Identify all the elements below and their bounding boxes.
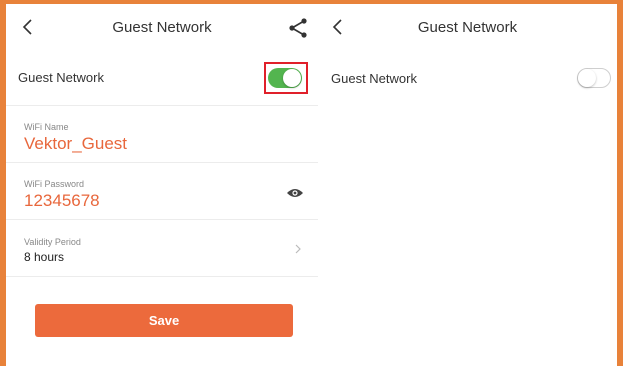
guest-network-screen-disabled: Guest Network Guest Network — [318, 4, 617, 366]
wifi-password-row[interactable]: WiFi Password 12345678 — [6, 163, 318, 220]
header: Guest Network — [6, 4, 318, 50]
page-title: Guest Network — [112, 18, 212, 36]
toggle-knob — [578, 69, 596, 87]
wifi-name-value[interactable]: Vektor_Guest — [24, 134, 318, 154]
page-title: Guest Network — [417, 18, 518, 36]
wifi-name-label: WiFi Name — [24, 122, 69, 132]
header: Guest Network — [318, 4, 617, 50]
save-button[interactable]: Save — [35, 304, 293, 337]
validity-period-value: 8 hours — [24, 250, 65, 264]
share-icon[interactable] — [286, 16, 310, 40]
guest-network-row: Guest Network — [318, 50, 617, 106]
wifi-password-label: WiFi Password — [24, 179, 85, 189]
validity-period-row[interactable]: Validity Period 8 hours — [6, 220, 318, 277]
highlight-box — [264, 62, 308, 94]
chevron-right-icon — [295, 244, 301, 254]
wifi-name-row[interactable]: WiFi Name Vektor_Guest — [6, 106, 318, 163]
guest-network-label: Guest Network — [18, 70, 104, 85]
guest-network-row: Guest Network — [6, 50, 318, 106]
back-arrow-icon[interactable] — [328, 17, 348, 37]
validity-period-label: Validity Period — [24, 237, 81, 247]
guest-network-screen-enabled: Guest Network Guest Network WiFi Name Ve… — [6, 4, 318, 366]
back-arrow-icon[interactable] — [18, 17, 38, 37]
guest-network-toggle[interactable] — [577, 68, 611, 88]
wifi-password-value[interactable]: 12345678 — [24, 191, 318, 211]
eye-icon[interactable] — [286, 187, 304, 199]
guest-network-label: Guest Network — [331, 70, 417, 86]
